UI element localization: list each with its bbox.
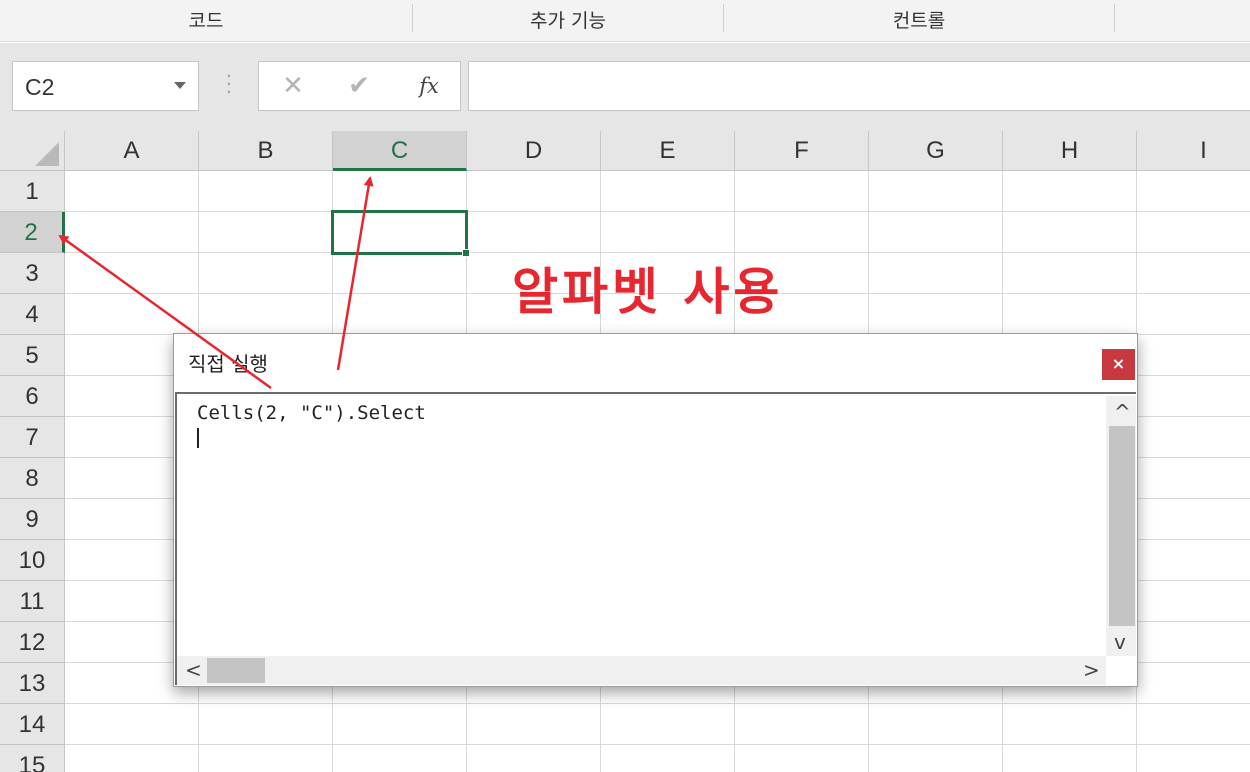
column-header-e[interactable]: E bbox=[601, 131, 735, 171]
horizontal-scroll-thumb[interactable] bbox=[207, 658, 265, 683]
row-header-7[interactable]: 7 bbox=[0, 417, 65, 458]
select-all-icon bbox=[35, 142, 59, 166]
row-header-2[interactable]: 2 bbox=[0, 212, 65, 253]
immediate-window-title: 직접 실행 bbox=[188, 352, 268, 376]
column-header-i[interactable]: I bbox=[1137, 131, 1250, 171]
ribbon-group-code[interactable]: 코드 bbox=[0, 0, 412, 42]
column-header-c[interactable]: C bbox=[333, 131, 467, 171]
column-header-h[interactable]: H bbox=[1003, 131, 1137, 171]
vertical-scrollbar[interactable]: ^ v bbox=[1106, 396, 1136, 656]
row-header-13[interactable]: 13 bbox=[0, 663, 65, 704]
active-cell-c2[interactable] bbox=[331, 210, 468, 255]
row-header-10[interactable]: 10 bbox=[0, 540, 65, 581]
column-header-g[interactable]: G bbox=[869, 131, 1003, 171]
scroll-right-icon[interactable]: > bbox=[1083, 660, 1100, 680]
row-header-4[interactable]: 4 bbox=[0, 294, 65, 335]
scroll-up-icon[interactable]: ^ bbox=[1114, 402, 1131, 422]
row-header-5[interactable]: 5 bbox=[0, 335, 65, 376]
row-header-1[interactable]: 1 bbox=[0, 171, 65, 212]
column-header-f[interactable]: F bbox=[735, 131, 869, 171]
row-header-11[interactable]: 11 bbox=[0, 581, 65, 622]
insert-function-icon[interactable]: fx bbox=[409, 70, 449, 102]
scroll-left-icon[interactable]: < bbox=[185, 660, 202, 680]
cancel-icon[interactable]: ✕ bbox=[273, 70, 313, 102]
row-header-14[interactable]: 14 bbox=[0, 704, 65, 745]
drag-handle-icon[interactable]: · · · bbox=[226, 68, 232, 102]
name-box-value: C2 bbox=[25, 74, 55, 100]
row-header-15[interactable]: 15 bbox=[0, 745, 65, 772]
row-header-9[interactable]: 9 bbox=[0, 499, 65, 540]
ribbon-group-addins[interactable]: 추가 기능 bbox=[413, 0, 723, 42]
text-caret bbox=[197, 428, 199, 448]
row-header-6[interactable]: 6 bbox=[0, 376, 65, 417]
column-header-a[interactable]: A bbox=[65, 131, 199, 171]
ribbon-group-controls[interactable]: 컨트롤 bbox=[724, 0, 1114, 42]
horizontal-scrollbar[interactable]: < > bbox=[177, 656, 1106, 685]
annotation-label: 알파벳 사용 bbox=[512, 263, 784, 321]
column-header-b[interactable]: B bbox=[199, 131, 333, 171]
enter-icon[interactable]: ✔ bbox=[339, 70, 379, 102]
column-header-row: A B C D E F G H I bbox=[0, 131, 1250, 171]
name-box[interactable]: C2 bbox=[12, 61, 199, 111]
formula-input[interactable] bbox=[468, 61, 1250, 111]
ribbon-separator bbox=[1114, 4, 1115, 32]
ribbon-group-labels: 코드 추가 기능 컨트롤 bbox=[0, 0, 1250, 42]
close-button[interactable]: × bbox=[1102, 349, 1135, 380]
immediate-window: 직접 실행 × Cells(2, "C").Select ^ v < > bbox=[173, 333, 1138, 687]
immediate-window-editor[interactable]: Cells(2, "C").Select ^ v < > bbox=[175, 392, 1136, 685]
row-header-8[interactable]: 8 bbox=[0, 458, 65, 499]
column-header-d[interactable]: D bbox=[467, 131, 601, 171]
scroll-down-icon[interactable]: v bbox=[1114, 632, 1126, 652]
immediate-window-titlebar[interactable]: 직접 실행 × bbox=[174, 334, 1137, 392]
row-header-12[interactable]: 12 bbox=[0, 622, 65, 663]
row-header-3[interactable]: 3 bbox=[0, 253, 65, 294]
formula-buttons: ✕ ✔ fx bbox=[258, 61, 461, 111]
vertical-scroll-thumb[interactable] bbox=[1109, 426, 1135, 626]
fill-handle[interactable] bbox=[462, 249, 470, 257]
select-all-button[interactable] bbox=[0, 131, 65, 171]
code-line: Cells(2, "C").Select bbox=[197, 402, 426, 424]
chevron-down-icon[interactable] bbox=[174, 82, 186, 89]
formula-bar: C2 · · · ✕ ✔ fx bbox=[0, 43, 1250, 131]
